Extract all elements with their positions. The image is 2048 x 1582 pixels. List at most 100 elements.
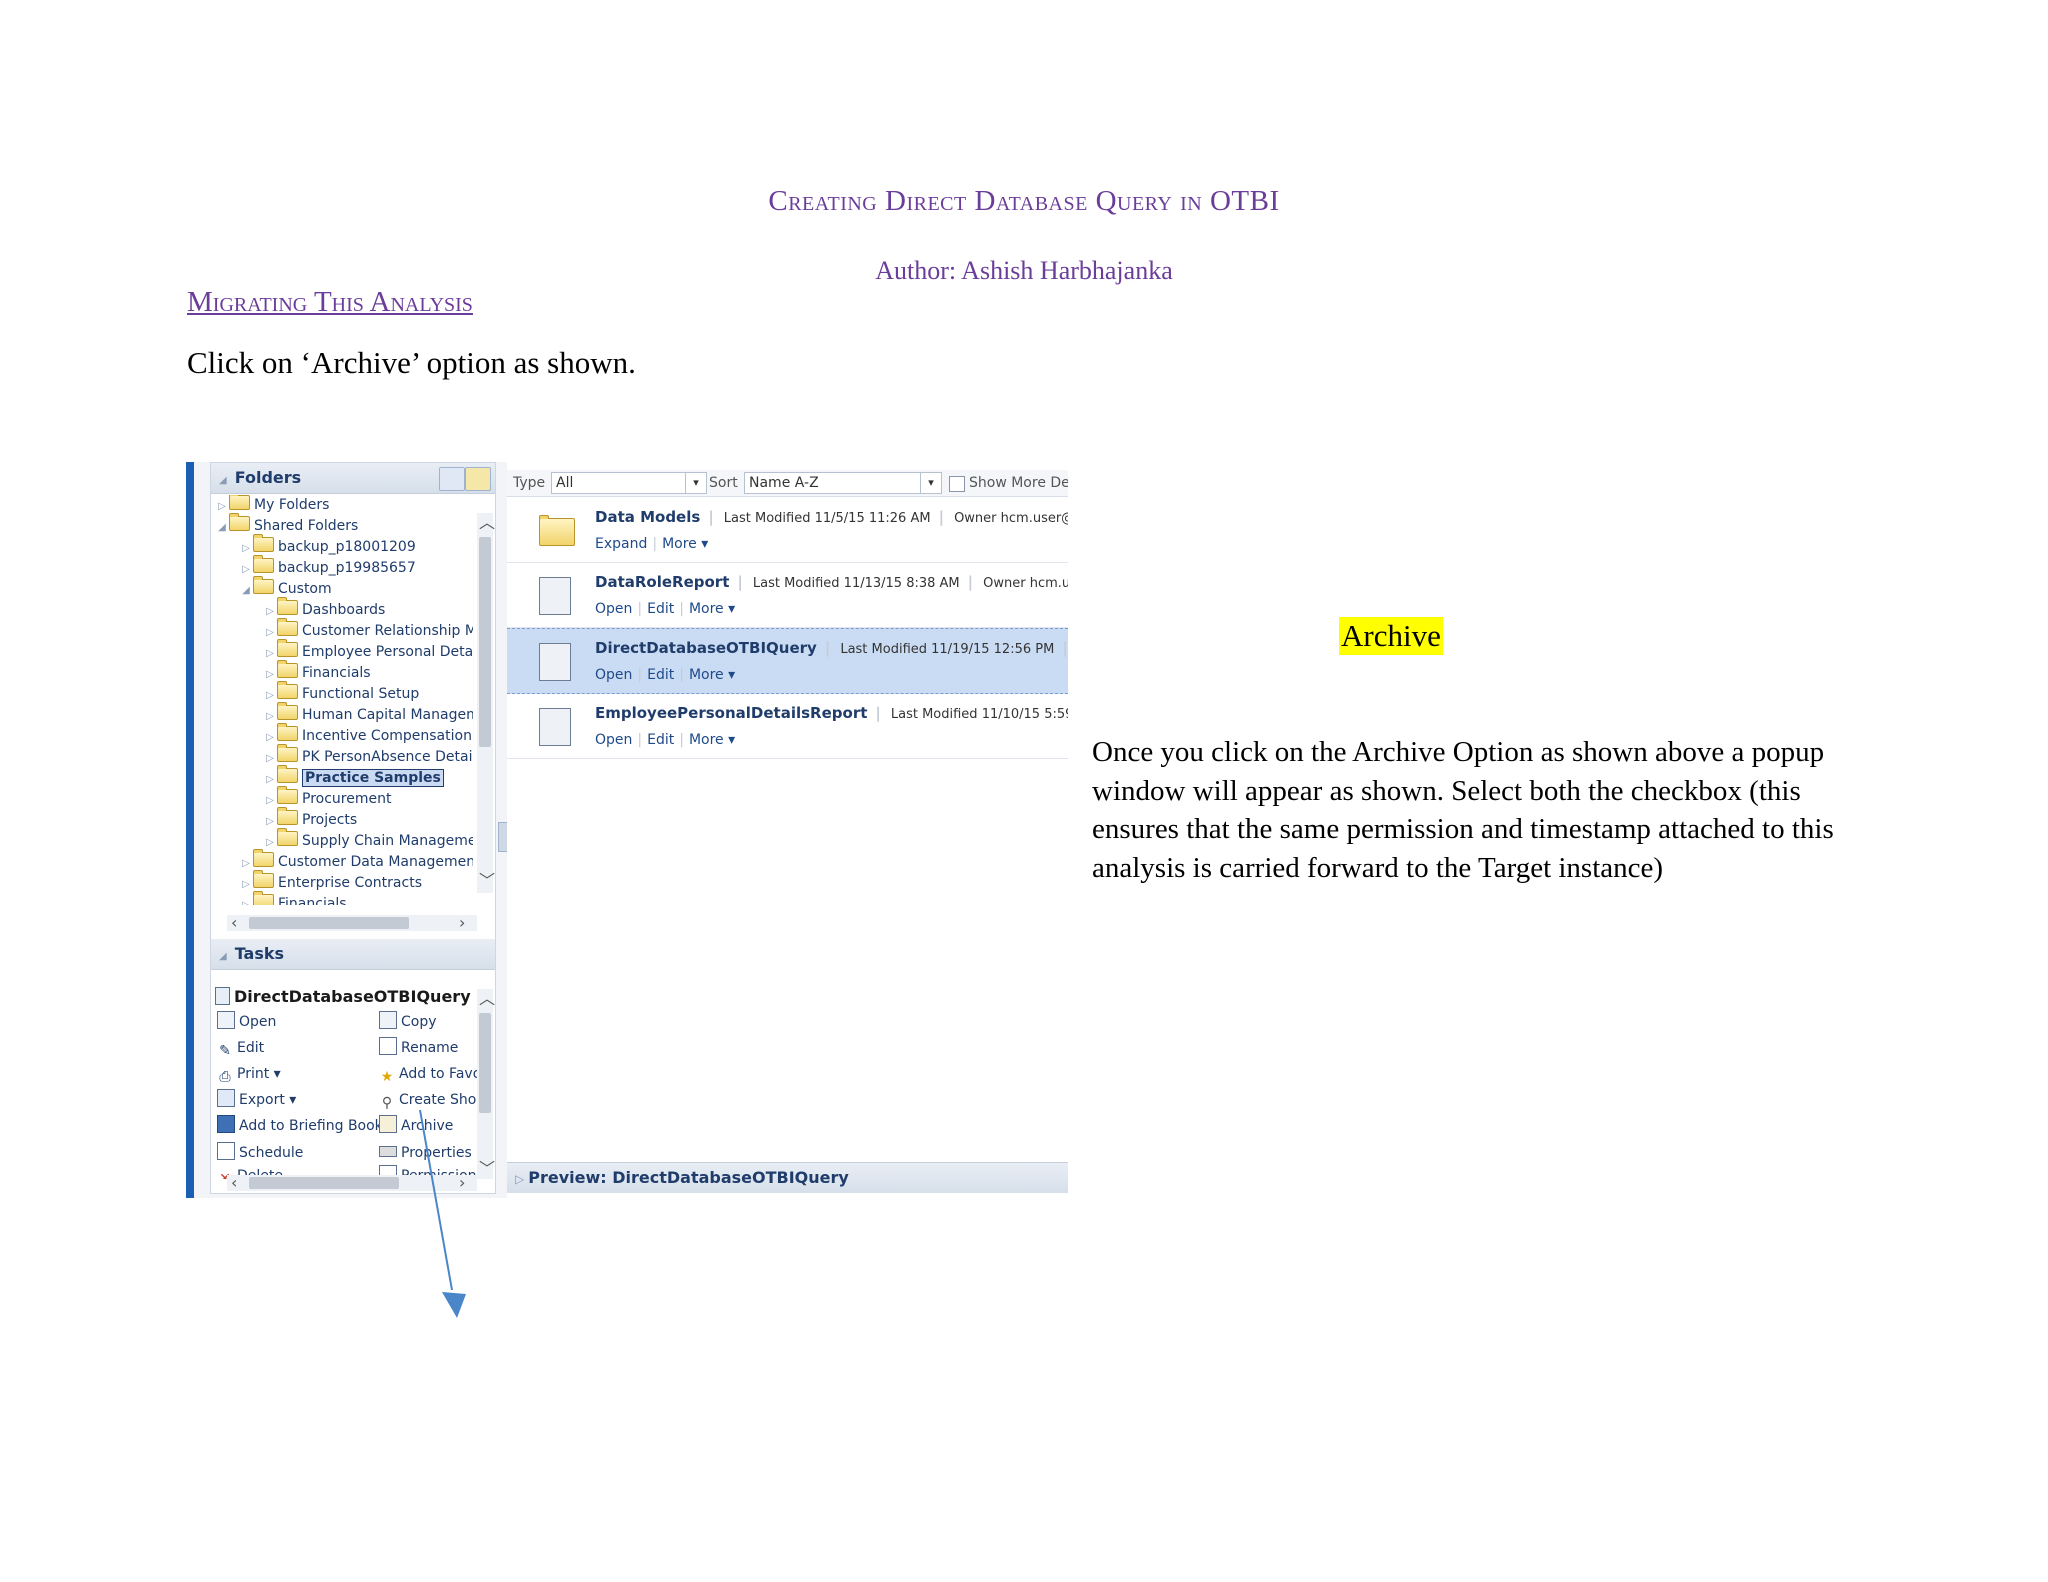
tree-item-dashboards[interactable]: ▷ Dashboards [263,597,385,620]
catalog-row[interactable]: EmployeePersonalDetailsReport | Last Modif… [507,694,1068,759]
tree-scroll-thumb[interactable] [479,537,491,747]
tree-item-practice-samples[interactable]: ▷ Practice Samples [263,765,444,788]
tree-horizontal-scrollbar[interactable]: ‹ › [227,915,477,931]
item-name[interactable]: EmployeePersonalDetailsReport [595,704,867,722]
catalog-row-selected[interactable]: DirectDatabaseOTBIQuery | Last Modified 11… [507,628,1068,694]
tasks-scroll-right-icon[interactable]: › [459,1175,465,1191]
left-pane: ◢ Folders ▷ My Folders ◢ Shared Folders ▷ ba… [210,462,496,1194]
tasks-scroll-down-icon[interactable]: ﹀ [479,1161,495,1177]
tree-vertical-scrollbar[interactable]: ︿ ﹀ [477,513,495,893]
open-icon [217,1011,235,1029]
preview-bar[interactable]: ▷ Preview: DirectDatabaseOTBIQuery [507,1162,1068,1193]
scroll-down-icon[interactable]: ﹀ [479,873,495,889]
item-name[interactable]: DirectDatabaseOTBIQuery [595,639,817,657]
tree-item-backup-2[interactable]: ▷ backup_p19985657 [239,555,416,578]
task-export[interactable]: Export ▾ [217,1089,296,1111]
task-edit[interactable]: ✎ Edit [217,1037,264,1059]
more-link[interactable]: More [689,601,724,617]
report-icon [539,577,571,615]
folder-tree: ▷ My Folders ◢ Shared Folders ▷ backup_p180… [211,495,473,905]
tree-item-crm[interactable]: ▷ Customer Relationship Ma [263,618,473,641]
scroll-up-icon[interactable]: ︿ [479,515,495,531]
folder-icon [539,512,575,548]
folders-header: ◢ Folders [211,463,495,494]
copy-icon [379,1011,397,1029]
task-rename[interactable]: Rename [379,1037,458,1059]
task-open[interactable]: Open [217,1011,276,1033]
analysis-icon [539,643,571,681]
tree-hscroll-thumb[interactable] [249,917,409,929]
tasks-scroll-thumb[interactable] [479,1013,491,1113]
expand-link[interactable]: Expand [595,536,647,552]
type-label: Type [513,475,546,491]
star-icon: ★ [380,1069,394,1085]
tree-item-financials-2[interactable]: ▷Financials [239,891,347,905]
export-icon [217,1089,235,1107]
tree-item-custom[interactable]: ◢ Custom [239,576,332,599]
tree-item-hcm[interactable]: ▷ Human Capital Manageme [263,702,473,725]
sort-label: Sort [709,475,738,491]
tree-view-icon[interactable] [439,467,465,491]
item-name[interactable]: Data Models [595,508,700,526]
document-author: Author: Ashish Harbhajanka [875,256,1173,285]
catalog-content-pane: Type All ▾ Sort Name A-Z ▾ Show More De Da… [507,462,1068,1198]
tree-item-backup-1[interactable]: ▷ backup_p18001209 [239,534,416,557]
tree-item-pk-absence[interactable]: ▷ PK PersonAbsence Detail [263,744,473,767]
scroll-left-icon[interactable]: ‹ [231,915,237,931]
tree-item-customer-data[interactable]: ▷ Customer Data Management [239,849,473,872]
chevron-down-icon: ▾ [920,473,941,493]
instruction-text: Click on ‘Archive’ option as shown. [187,345,636,380]
catalog-row[interactable]: Data Models | Last Modified 11/5/15 11:26 … [507,498,1068,563]
task-add-favorites[interactable]: ★ Add to Favo [379,1063,482,1085]
tasks-horizontal-scrollbar[interactable]: ‹ › [227,1175,477,1191]
show-more-checkbox[interactable] [949,476,965,492]
tasks-hscroll-thumb[interactable] [249,1177,399,1189]
task-print[interactable]: ⎙ Print ▾ [217,1063,280,1085]
chevron-down-icon: ▾ [685,473,706,493]
edit-link[interactable]: Edit [647,732,674,748]
tree-item-employee-personal[interactable]: ▷ Employee Personal Details [263,639,473,662]
sort-select[interactable]: Name A-Z ▾ [744,472,942,494]
pencil-icon: ✎ [219,1043,231,1059]
folder-view-icon[interactable] [465,467,491,491]
open-link[interactable]: Open [595,601,632,617]
tasks-header: ◢ Tasks [211,939,495,970]
document-title: Creating Direct Database Query in OTBI [768,185,1280,217]
more-link[interactable]: More [662,536,697,552]
briefing-book-icon [217,1115,235,1133]
tasks-scroll-up-icon[interactable]: ︿ [479,991,495,1007]
tree-item-procurement[interactable]: ▷ Procurement [263,786,391,809]
scroll-right-icon[interactable]: › [459,915,465,931]
more-link[interactable]: More [689,667,724,683]
tasks-scroll-left-icon[interactable]: ‹ [231,1175,237,1191]
tree-item-shared-folders[interactable]: ◢ Shared Folders [215,513,358,536]
expand-icon[interactable]: ▷ [515,1172,524,1186]
calendar-icon [217,1142,235,1160]
tree-item-my-folders[interactable]: ▷ My Folders [215,495,329,515]
edit-link[interactable]: Edit [647,601,674,617]
task-schedule[interactable]: Schedule [217,1142,303,1164]
type-select[interactable]: All ▾ [551,472,707,494]
task-properties[interactable]: Properties [379,1142,472,1164]
more-link[interactable]: More [689,732,724,748]
open-link[interactable]: Open [595,667,632,683]
tree-item-functional-setup[interactable]: ▷ Functional Setup [263,681,419,704]
tree-item-supply-chain[interactable]: ▷ Supply Chain Management [263,828,473,851]
tree-item-financials[interactable]: ▷ Financials [263,660,371,683]
task-archive[interactable]: Archive [379,1115,453,1137]
edit-link[interactable]: Edit [647,667,674,683]
task-copy[interactable]: Copy [379,1011,437,1033]
item-name[interactable]: DataRoleReport [595,573,729,591]
tasks-vertical-scrollbar[interactable]: ︿ ﹀ [477,989,495,1179]
show-more-label: Show More De [969,475,1068,491]
archive-icon [379,1115,397,1133]
tree-item-enterprise-contracts[interactable]: ▷ Enterprise Contracts [239,870,422,893]
tree-item-projects[interactable]: ▷ Projects [263,807,357,830]
tree-item-incentive[interactable]: ▷ Incentive Compensation [263,723,472,746]
task-create-shortcut[interactable]: ⚲ Create Shor [379,1089,482,1111]
task-briefing-book[interactable]: Add to Briefing Book [217,1115,383,1137]
properties-icon [379,1146,397,1157]
open-link[interactable]: Open [595,732,632,748]
arrow-head [442,1292,466,1318]
catalog-row[interactable]: DataRoleReport | Last Modified 11/13/15 8:… [507,563,1068,628]
